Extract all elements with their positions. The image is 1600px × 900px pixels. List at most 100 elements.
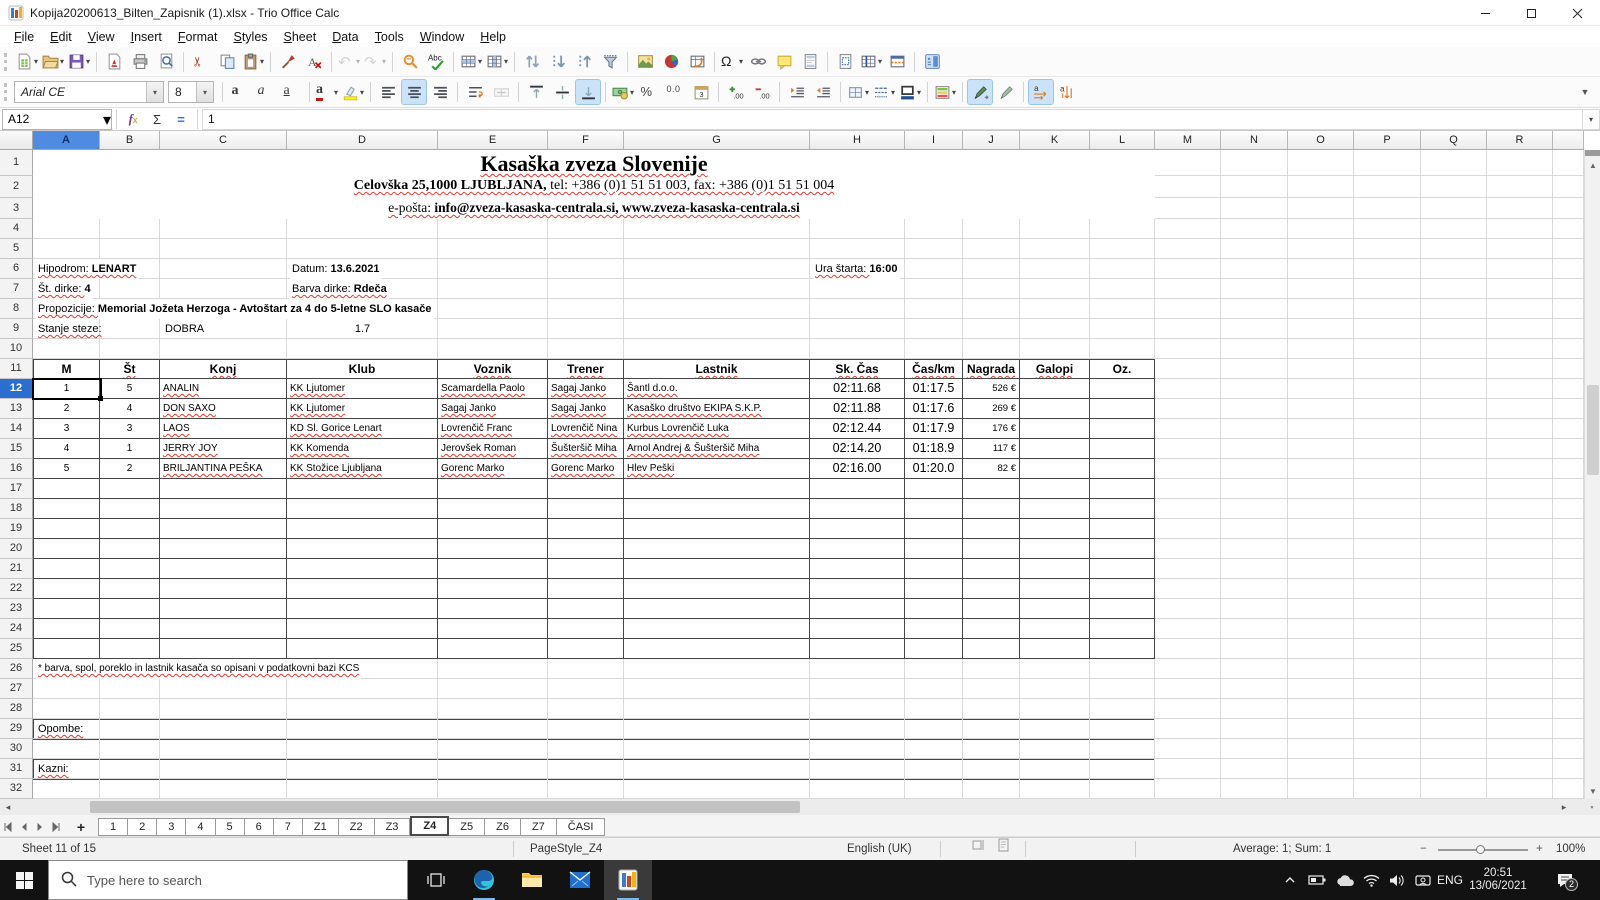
table-cell[interactable] (1020, 499, 1090, 519)
table-cell[interactable]: Sagaj Janko (438, 399, 548, 419)
table-cell[interactable] (905, 599, 963, 619)
sheet-tab-7[interactable]: 7 (273, 818, 303, 836)
print-button[interactable] (128, 50, 152, 74)
table-cell[interactable] (1020, 439, 1090, 459)
table-cell[interactable] (160, 559, 287, 579)
chevron-down-icon[interactable]: ▾ (334, 88, 338, 97)
increase-indent-button[interactable] (785, 80, 809, 104)
borders-button[interactable]: ▾ (846, 80, 870, 104)
table-cell[interactable]: 02:11.88 (810, 399, 905, 419)
table-cell[interactable]: Kurbus Lovrenčič Luka (624, 419, 810, 439)
sheet-tab-ČASI[interactable]: ČASI (556, 818, 606, 836)
cell-hipodrom[interactable]: Hipodrom: LENART (36, 259, 139, 279)
menu-insert[interactable]: Insert (123, 29, 170, 45)
table-header-cell[interactable]: Št (100, 359, 160, 379)
row-header-18[interactable]: 18 (0, 499, 33, 519)
table-cell[interactable] (810, 619, 905, 639)
table-cell[interactable]: 117 € (963, 439, 1020, 459)
table-cell[interactable] (1090, 379, 1155, 399)
row-header-22[interactable]: 22 (0, 579, 33, 599)
table-cell[interactable]: 269 € (963, 399, 1020, 419)
toolbar-overflow-button[interactable]: ▼ (1576, 82, 1594, 102)
row-header-13[interactable]: 13 (0, 399, 33, 419)
table-cell[interactable] (1090, 499, 1155, 519)
row-header-24[interactable]: 24 (0, 619, 33, 639)
task-view-button[interactable] (412, 860, 460, 900)
column-header-M[interactable]: M (1155, 131, 1221, 150)
column-header-R[interactable]: R (1487, 131, 1553, 150)
sheet-tab-Z5[interactable]: Z5 (449, 818, 486, 836)
table-cell[interactable] (438, 599, 548, 619)
zoom-slider[interactable] (1438, 845, 1528, 854)
table-cell[interactable]: KK Stožice Ljubljana (287, 459, 438, 479)
chevron-down-icon[interactable]: ▾ (260, 57, 264, 66)
table-cell[interactable]: KK Ljutomer (287, 379, 438, 399)
scroll-left-icon[interactable]: ◂ (0, 799, 16, 815)
table-cell[interactable] (963, 639, 1020, 659)
table-cell[interactable]: 02:12.44 (810, 419, 905, 439)
highlighting-pen-button[interactable] (967, 79, 993, 105)
column-header-E[interactable]: E (438, 131, 548, 150)
toolbar-grip[interactable] (4, 52, 9, 71)
insert-columns-button[interactable]: ▾ (485, 50, 509, 74)
column-header-H[interactable]: H (810, 131, 905, 150)
text-direction-ltr-button[interactable]: a (1028, 79, 1054, 105)
sheet-tab-2[interactable]: 2 (128, 818, 158, 836)
chevron-down-icon[interactable]: ▾ (60, 57, 64, 66)
cell-barva-dirke[interactable]: Barva dirke: Rdeča (290, 279, 389, 299)
redo-button[interactable]: ↷ ▾ (363, 50, 387, 74)
toolbar-grip[interactable] (4, 83, 9, 101)
table-cell[interactable] (1090, 559, 1155, 579)
table-cell[interactable] (33, 579, 100, 599)
insert-rows-button[interactable]: ▾ (459, 50, 483, 74)
table-cell[interactable]: 2 (33, 399, 100, 419)
autofilter-button[interactable] (598, 50, 622, 74)
table-header-cell[interactable]: M (33, 359, 100, 379)
row-header-30[interactable]: 30 (0, 739, 33, 759)
table-cell[interactable]: 01:17.9 (905, 419, 963, 439)
clear-formatting-button[interactable]: A (302, 50, 326, 74)
align-right-button[interactable] (428, 80, 452, 104)
menu-file[interactable]: File (6, 29, 42, 45)
table-cell[interactable] (160, 499, 287, 519)
column-header-N[interactable]: N (1221, 131, 1288, 150)
onedrive-cloud-icon[interactable] (1332, 860, 1358, 900)
sheet-tab-Z1[interactable]: Z1 (302, 818, 339, 836)
table-cell[interactable] (548, 519, 624, 539)
table-header-cell[interactable]: Voznik (438, 359, 548, 379)
table-cell[interactable] (548, 539, 624, 559)
table-cell[interactable] (1090, 419, 1155, 439)
row-header-26[interactable]: 26 (0, 659, 33, 679)
table-cell[interactable]: 5 (100, 379, 160, 399)
table-cell[interactable] (963, 499, 1020, 519)
table-cell[interactable] (905, 579, 963, 599)
bold-button[interactable]: a (228, 80, 252, 104)
italic-button[interactable]: a (254, 80, 278, 104)
table-header-cell[interactable]: Sk. Čas (810, 359, 905, 379)
row-header-17[interactable]: 17 (0, 479, 33, 499)
table-cell[interactable] (100, 539, 160, 559)
table-cell[interactable] (1020, 399, 1090, 419)
table-cell[interactable] (1020, 379, 1090, 399)
cell-stanje-value[interactable]: DOBRA (163, 319, 206, 339)
table-cell[interactable] (1020, 539, 1090, 559)
cell-footnote[interactable]: * barva, spol, poreklo in lastnik kasača… (36, 659, 362, 679)
table-cell[interactable] (1020, 599, 1090, 619)
table-cell[interactable] (810, 499, 905, 519)
cell-datum[interactable]: Datum: 13.6.2021 (290, 259, 382, 279)
table-cell[interactable] (33, 499, 100, 519)
table-cell[interactable] (438, 559, 548, 579)
border-style-button[interactable]: ▾ (872, 80, 896, 104)
chevron-down-icon[interactable]: ▾ (146, 82, 163, 102)
menu-view[interactable]: View (80, 29, 123, 45)
row-header-14[interactable]: 14 (0, 419, 33, 439)
table-cell[interactable] (1090, 399, 1155, 419)
table-cell[interactable] (548, 499, 624, 519)
spreadsheet-grid[interactable]: Kasaška zveza Slovenije Celovška 25,1000… (0, 150, 1584, 799)
sidebar-button[interactable] (920, 50, 944, 74)
insert-chart-button[interactable] (659, 50, 683, 74)
table-cell[interactable] (810, 599, 905, 619)
table-cell[interactable] (160, 619, 287, 639)
row-header-12[interactable]: 12 (0, 379, 33, 399)
table-cell[interactable] (1090, 459, 1155, 479)
